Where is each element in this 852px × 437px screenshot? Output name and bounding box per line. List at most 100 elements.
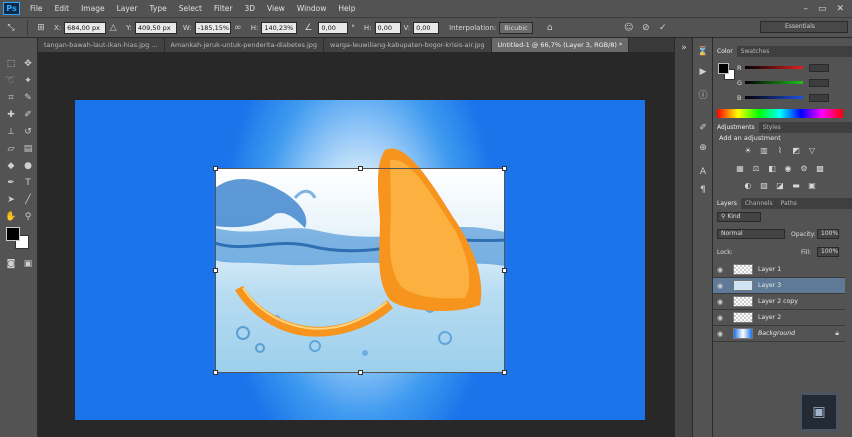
blue-value-field[interactable] (809, 93, 829, 102)
fill-field[interactable]: 100% (817, 247, 839, 257)
menu-window[interactable]: Window (291, 4, 333, 13)
tab-document-2[interactable]: Amankah-jeruk-untuk-penderita-diabetes.j… (164, 38, 325, 52)
menu-file[interactable]: File (24, 4, 49, 13)
kind-filter-select[interactable]: ⚲ Kind (717, 212, 761, 222)
menu-view[interactable]: View (261, 4, 291, 13)
reference-point-icon[interactable]: ⊞ (34, 22, 48, 34)
color-balance-icon[interactable]: ⚖ (751, 164, 761, 174)
menu-select[interactable]: Select (173, 4, 208, 13)
close-button[interactable]: ✕ (836, 4, 844, 14)
x-field[interactable]: 684,00 px (64, 21, 107, 34)
screen-mode-icon[interactable]: ▣ (21, 258, 35, 271)
history-icon[interactable]: ⌛ (697, 46, 709, 58)
tab-styles[interactable]: Styles (759, 122, 785, 133)
lasso-icon[interactable]: ➰ (4, 75, 18, 88)
foreground-color-swatch[interactable] (6, 227, 20, 241)
eye-icon[interactable]: ◉ (713, 282, 727, 290)
line-icon[interactable]: ╱ (21, 194, 35, 207)
cancel-transform-icon[interactable]: ⊘ (639, 22, 653, 34)
tab-document-3[interactable]: warga-leuwiliang-kabupaten-bogor-krisis-… (324, 38, 492, 52)
tab-swatches[interactable]: Swatches (737, 46, 774, 57)
transform-handle-bottom[interactable] (358, 370, 363, 375)
gradient-map-icon[interactable]: ▬ (791, 181, 801, 191)
paragraph-icon[interactable]: ¶ (697, 184, 709, 196)
blur-icon[interactable]: ◆ (4, 160, 18, 173)
tab-document-1[interactable]: tangan-bawah-laut-ikan-hias.jpg ... (38, 38, 165, 52)
minimize-button[interactable]: – (803, 4, 808, 14)
magic-wand-icon[interactable]: ✦ (21, 75, 35, 88)
curves-icon[interactable]: ⌇ (775, 146, 785, 156)
transform-handle-right[interactable] (502, 268, 507, 273)
green-value-field[interactable] (809, 78, 829, 87)
hand-icon[interactable]: ✋ (4, 211, 18, 224)
eye-icon[interactable]: ◉ (713, 298, 727, 306)
levels-icon[interactable]: ▥ (759, 146, 769, 156)
menu-layer[interactable]: Layer (111, 4, 144, 13)
h-skew-field[interactable]: 0,00 (374, 21, 401, 34)
tab-document-active[interactable]: Untitled-1 @ 66,7% (Layer 3, RGB/8) * (491, 38, 630, 52)
zoom-icon[interactable]: ⚲ (21, 211, 35, 224)
brush-icon[interactable]: ✐ (21, 109, 35, 122)
red-slider[interactable]: R (737, 63, 829, 72)
transform-bounding-box[interactable] (213, 166, 507, 375)
transform-tool-icon[interactable]: ⤡ (4, 22, 18, 34)
transform-handle-top-left[interactable] (213, 166, 218, 171)
blue-bar[interactable] (745, 96, 803, 99)
layer-row-selected[interactable]: ◉ Layer 3 (713, 278, 845, 294)
document-canvas[interactable] (75, 100, 645, 420)
layer-row[interactable]: ◉ Background 🔒︎ (713, 326, 845, 342)
commit-transform-icon[interactable]: ✓ (656, 22, 670, 34)
panel-foreground-swatch[interactable] (718, 63, 729, 74)
gradient-icon[interactable]: ▤ (21, 143, 35, 156)
restore-button[interactable]: ▭ (818, 4, 827, 14)
transform-handle-left[interactable] (213, 268, 218, 273)
red-bar[interactable] (745, 66, 803, 69)
warp-icon[interactable]: ⌂ (543, 22, 557, 34)
user-icon[interactable]: ☺ (622, 22, 636, 34)
brush-panel-icon[interactable]: ✐ (697, 122, 709, 134)
workspace-select[interactable]: Essentials (760, 21, 848, 33)
layer-row[interactable]: ◉ Layer 1 (713, 262, 845, 278)
type-icon[interactable]: T (21, 177, 35, 190)
brightness-contrast-icon[interactable]: ☀ (743, 146, 753, 156)
eye-icon[interactable]: ◉ (713, 330, 727, 338)
dodge-icon[interactable]: ● (21, 160, 35, 173)
menu-type[interactable]: Type (144, 4, 173, 13)
transform-handle-top-right[interactable] (502, 166, 507, 171)
clone-source-icon[interactable]: ⊕ (697, 142, 709, 154)
v-skew-field[interactable]: 0,00 (413, 21, 440, 34)
menu-edit[interactable]: Edit (49, 4, 76, 13)
layer-row[interactable]: ◉ Layer 2 copy (713, 294, 845, 310)
quick-mask-icon[interactable]: ◙ (4, 258, 18, 271)
w-field[interactable]: -185,15% (194, 21, 231, 34)
color-spectrum[interactable] (717, 109, 843, 118)
transform-handle-top[interactable] (358, 166, 363, 171)
green-bar[interactable] (745, 81, 803, 84)
green-slider[interactable]: G (737, 78, 829, 87)
eraser-icon[interactable]: ▱ (4, 143, 18, 156)
delta-icon[interactable]: △ (106, 22, 120, 34)
tab-color[interactable]: Color (713, 46, 737, 57)
clone-stamp-icon[interactable]: ⊥ (4, 126, 18, 139)
opacity-field[interactable]: 100% (817, 229, 839, 239)
tab-adjustments[interactable]: Adjustments (713, 122, 759, 133)
path-selection-icon[interactable]: ➤ (4, 194, 18, 207)
blue-slider[interactable]: B (737, 93, 829, 102)
menu-filter[interactable]: Filter (208, 4, 239, 13)
tab-paths[interactable]: Paths (777, 198, 801, 209)
character-icon[interactable]: A (697, 166, 709, 178)
history-brush-icon[interactable]: ↺ (21, 126, 35, 139)
hue-saturation-icon[interactable]: ▦ (735, 164, 745, 174)
vibrance-icon[interactable]: ▽ (807, 146, 817, 156)
threshold-icon[interactable]: ◪ (775, 181, 785, 191)
blend-mode-select[interactable]: Normal (717, 229, 785, 239)
marquee-icon[interactable]: ⬚ (4, 58, 18, 71)
healing-brush-icon[interactable]: ✚ (4, 109, 18, 122)
pen-icon[interactable]: ✒ (4, 177, 18, 190)
info-icon[interactable]: ⓘ (697, 90, 709, 102)
crop-icon[interactable]: ⌗ (4, 92, 18, 105)
move-icon[interactable]: ✥ (21, 58, 35, 71)
menu-image[interactable]: Image (75, 4, 111, 13)
y-field[interactable]: 409,50 px (134, 21, 177, 34)
menu-help[interactable]: Help (332, 4, 361, 13)
